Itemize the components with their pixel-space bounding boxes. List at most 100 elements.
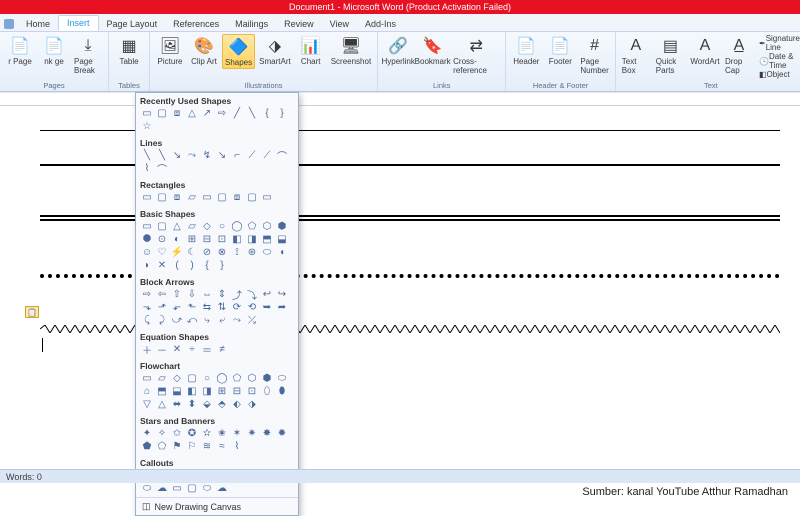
shape-item[interactable]: ✪ xyxy=(185,427,199,439)
table-button[interactable]: ▦Table xyxy=(113,34,145,67)
shape-item[interactable]: ▭ xyxy=(140,107,154,119)
wordart-button[interactable]: AWordArt xyxy=(689,34,721,79)
shape-item[interactable]: ⊡ xyxy=(245,385,259,397)
shape-item[interactable]: ↪ xyxy=(275,288,289,300)
shape-item[interactable]: ⬑ xyxy=(185,301,199,313)
shape-item[interactable]: ◯ xyxy=(215,372,229,384)
shape-item[interactable]: ⬍ xyxy=(185,398,199,410)
shape-item[interactable]: ⊟ xyxy=(200,233,214,245)
shape-item[interactable]: ⬭ xyxy=(275,372,289,384)
shape-item[interactable]: － xyxy=(155,343,169,355)
shape-item[interactable]: △ xyxy=(155,398,169,410)
tab-review[interactable]: Review xyxy=(276,17,322,31)
shape-item[interactable]: ✸ xyxy=(260,427,274,439)
shape-item[interactable]: ✬ xyxy=(215,427,229,439)
shape-item[interactable]: ◧ xyxy=(185,385,199,397)
shape-item[interactable]: ⚑ xyxy=(170,440,184,452)
shape-item[interactable]: ✧ xyxy=(155,427,169,439)
shape-item[interactable]: ⇔ xyxy=(200,288,214,300)
shape-item[interactable]: ⬡ xyxy=(245,372,259,384)
shape-item[interactable]: ⇕ xyxy=(215,288,229,300)
shape-item[interactable]: ⇆ xyxy=(200,301,214,313)
clipart-button[interactable]: 🎨Clip Art xyxy=(188,34,220,69)
paste-options-icon[interactable]: 📋 xyxy=(25,306,39,318)
shape-item[interactable]: ) xyxy=(185,259,199,271)
tab-references[interactable]: References xyxy=(165,17,227,31)
shape-item[interactable]: ⤻ xyxy=(170,314,184,326)
shape-item[interactable]: ⌒ xyxy=(275,149,289,161)
pagenum-button[interactable]: #Page Number xyxy=(578,34,610,76)
shape-item[interactable]: ▱ xyxy=(185,191,199,203)
shape-item[interactable]: ⯃ xyxy=(140,233,154,245)
shape-item[interactable]: ⬢ xyxy=(260,372,274,384)
shape-item[interactable]: ▭ xyxy=(140,220,154,232)
shape-item[interactable]: ⊘ xyxy=(200,246,214,258)
object-button[interactable]: ◧ Object xyxy=(757,70,800,79)
tab-page-layout[interactable]: Page Layout xyxy=(99,17,166,31)
shape-item[interactable]: ≋ xyxy=(200,440,214,452)
shape-item[interactable]: ⇨ xyxy=(215,107,229,119)
bookmark-button[interactable]: 🔖Bookmark xyxy=(416,34,449,76)
shape-item[interactable]: ◇ xyxy=(200,220,214,232)
shape-item[interactable]: ⊗ xyxy=(215,246,229,258)
shape-item[interactable]: ⌇ xyxy=(230,440,244,452)
shape-item[interactable]: ⬓ xyxy=(170,385,184,397)
shape-item[interactable]: ⬖ xyxy=(230,398,244,410)
shape-item[interactable]: ≈ xyxy=(215,440,229,452)
shape-item[interactable]: ⬌ xyxy=(170,398,184,410)
shape-item[interactable]: △ xyxy=(185,107,199,119)
shape-item[interactable]: ⬒ xyxy=(155,385,169,397)
shape-item[interactable]: ↗ xyxy=(200,107,214,119)
shape-item[interactable]: ▢ xyxy=(245,191,259,203)
shape-item[interactable]: ⧈ xyxy=(170,107,184,119)
shape-item[interactable]: ⤰ xyxy=(245,314,259,326)
shape-item[interactable]: ▭ xyxy=(140,191,154,203)
shape-item[interactable]: ↯ xyxy=(200,149,214,161)
shape-item[interactable]: ◐ xyxy=(170,233,184,245)
shape-item[interactable]: ⬒ xyxy=(260,233,274,245)
crossref-button[interactable]: ⇄Cross-reference xyxy=(451,34,501,76)
shapes-button[interactable]: 🔷Shapes xyxy=(222,34,255,69)
shape-item[interactable]: ▢ xyxy=(155,191,169,203)
shape-item[interactable]: ⬠ xyxy=(245,220,259,232)
shape-item[interactable]: ╲ xyxy=(245,107,259,119)
shape-item[interactable]: ✶ xyxy=(230,427,244,439)
shape-item[interactable]: ↩ xyxy=(260,288,274,300)
tab-home[interactable]: Home xyxy=(18,17,58,31)
shape-item[interactable]: ◇ xyxy=(170,372,184,384)
cover-page-button[interactable]: 📄r Page xyxy=(4,34,36,76)
shape-item[interactable]: ⬓ xyxy=(275,233,289,245)
shape-item[interactable]: ✕ xyxy=(155,259,169,271)
shape-item[interactable]: ◨ xyxy=(200,385,214,397)
shape-item[interactable]: ▢ xyxy=(185,482,199,494)
shape-item[interactable]: ○ xyxy=(200,372,214,384)
shape-item[interactable]: ⤸ xyxy=(155,314,169,326)
shape-item[interactable]: ＋ xyxy=(140,343,154,355)
shape-item[interactable]: ▢ xyxy=(155,220,169,232)
shape-item[interactable]: ⟟ xyxy=(230,246,244,258)
shape-item[interactable]: ➥ xyxy=(260,301,274,313)
quick-access-icon[interactable] xyxy=(4,19,14,29)
shape-item[interactable]: ▭ xyxy=(260,191,274,203)
footer-button[interactable]: 📄Footer xyxy=(544,34,576,76)
header-button[interactable]: 📄Header xyxy=(510,34,542,76)
shape-item[interactable]: ◨ xyxy=(245,233,259,245)
shape-item[interactable]: ⟋ xyxy=(260,149,274,161)
tab-view[interactable]: View xyxy=(322,17,357,31)
shape-item[interactable]: ♡ xyxy=(155,246,169,258)
shape-item[interactable]: ⟲ xyxy=(245,301,259,313)
shape-item[interactable]: ✩ xyxy=(170,427,184,439)
shape-item[interactable]: ▭ xyxy=(140,372,154,384)
shape-item[interactable]: ⌐ xyxy=(230,149,244,161)
shape-item[interactable]: ▢ xyxy=(185,372,199,384)
textbox-button[interactable]: AText Box xyxy=(620,34,652,79)
tab-insert[interactable]: Insert xyxy=(58,15,99,31)
shape-item[interactable]: ⬭ xyxy=(200,482,214,494)
shape-item[interactable]: ⚡ xyxy=(170,246,184,258)
shape-item[interactable]: ⬡ xyxy=(260,220,274,232)
quickparts-button[interactable]: ▤Quick Parts xyxy=(654,34,687,79)
shape-item[interactable]: ⬭ xyxy=(260,246,274,258)
shape-item[interactable]: ⬏ xyxy=(155,301,169,313)
shape-item[interactable]: ⬟ xyxy=(140,440,154,452)
shape-item[interactable]: ⤴ xyxy=(230,288,244,300)
